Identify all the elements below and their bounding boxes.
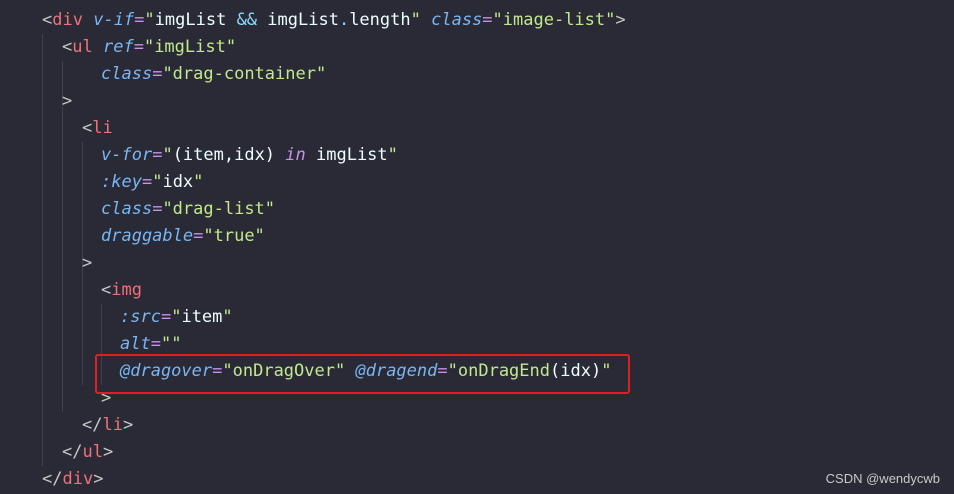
code-token: imgList xyxy=(257,10,339,30)
code-token: :key xyxy=(101,172,142,192)
code-token: = xyxy=(160,307,172,327)
code-line: > xyxy=(62,88,72,115)
code-token: = xyxy=(482,10,493,30)
code-token: "image-list" xyxy=(492,10,616,30)
code-token: ul xyxy=(72,37,93,57)
code-token: " xyxy=(152,172,163,192)
code-line: <div v-if="imgList && imgList.length" cl… xyxy=(42,7,626,34)
code-token: li xyxy=(92,118,113,138)
code-token: imgList xyxy=(154,10,237,30)
code-token: " xyxy=(144,10,155,30)
code-token: = xyxy=(150,334,161,354)
code-line: :key="idx" xyxy=(101,169,203,196)
code-token: alt xyxy=(120,334,151,354)
code-line: </div> xyxy=(42,466,103,493)
code-token: </ xyxy=(42,469,63,489)
code-token: class xyxy=(101,64,153,84)
code-token: < xyxy=(101,280,112,300)
code-token: < xyxy=(82,118,93,138)
code-token: ref xyxy=(102,37,134,57)
code-token: " xyxy=(222,307,233,327)
code-token: && xyxy=(236,10,258,30)
code-token: > xyxy=(615,10,626,30)
code-token: length xyxy=(349,10,411,30)
code-line: class="drag-container" xyxy=(101,61,326,88)
code-token: " xyxy=(171,307,182,327)
code-token: < xyxy=(62,37,73,57)
code-line: draggable="true" xyxy=(101,223,265,250)
code-token: class xyxy=(101,199,153,219)
code-token: " xyxy=(193,172,204,192)
code-token: imgList xyxy=(305,145,388,165)
highlight-box xyxy=(95,354,630,394)
watermark: CSDN @wendycwb xyxy=(825,471,940,486)
code-token: > xyxy=(93,469,104,489)
code-line: <li xyxy=(82,115,113,142)
code-token: v-if xyxy=(93,10,135,30)
code-token: = xyxy=(133,37,144,57)
code-token: " xyxy=(410,10,421,30)
code-token: item xyxy=(181,307,223,327)
code-token: ul xyxy=(82,442,103,462)
code-token: draggable xyxy=(101,226,194,246)
code-token: . xyxy=(338,10,350,30)
code-line: :src="item" xyxy=(120,304,233,331)
code-token: = xyxy=(152,199,163,219)
code-line: class="drag-list" xyxy=(101,196,275,223)
code-token: = xyxy=(152,145,163,165)
code-token: = xyxy=(152,64,163,84)
code-line: </ul> xyxy=(62,439,113,466)
code-token: > xyxy=(62,91,73,111)
code-token: idx xyxy=(162,172,194,192)
code-token: img xyxy=(111,280,142,300)
code-token: (item,idx) xyxy=(172,145,286,165)
code-token: > xyxy=(122,415,134,435)
code-line: <img xyxy=(101,277,142,304)
code-token: "true" xyxy=(203,226,265,246)
code-token: :src xyxy=(120,307,161,327)
code-token: class xyxy=(431,10,483,30)
code-line: v-for="(item,idx) in imgList" xyxy=(101,142,398,169)
code-token: "drag-container" xyxy=(162,64,327,84)
code-token: > xyxy=(102,442,114,462)
code-token: div xyxy=(62,469,94,489)
code-token: li xyxy=(102,415,123,435)
code-token: = xyxy=(141,172,153,192)
code-line: > xyxy=(82,250,92,277)
code-token: = xyxy=(134,10,145,30)
code-token: div xyxy=(52,10,83,30)
code-token: " xyxy=(387,145,398,165)
code-editor[interactable]: <div v-if="imgList && imgList.length" cl… xyxy=(0,0,954,494)
code-token: " xyxy=(162,145,173,165)
code-line: <ul ref="imgList" xyxy=(62,34,236,61)
code-token: "" xyxy=(160,334,182,354)
code-token: > xyxy=(82,253,93,273)
code-line: </li> xyxy=(82,412,133,439)
code-token: < xyxy=(42,10,53,30)
indent-guide xyxy=(42,34,43,466)
code-token: "imgList" xyxy=(143,37,237,57)
code-token: = xyxy=(193,226,204,246)
code-token: </ xyxy=(82,415,103,435)
code-token: </ xyxy=(62,442,83,462)
code-token: "drag-list" xyxy=(162,199,276,219)
code-token: v-for xyxy=(101,145,153,165)
code-token: in xyxy=(285,145,306,165)
